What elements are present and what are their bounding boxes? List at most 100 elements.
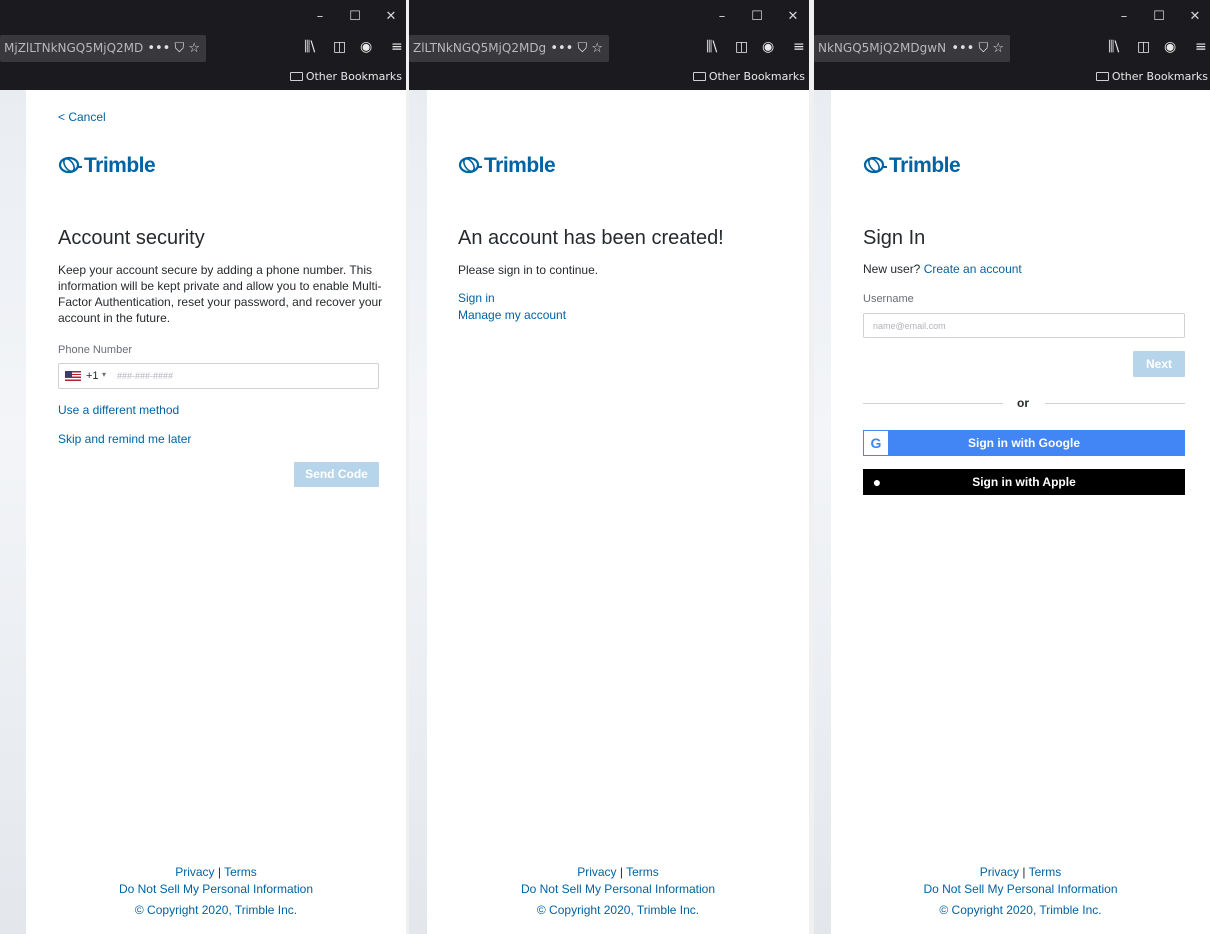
or-divider-right xyxy=(1045,403,1185,404)
create-account-link[interactable]: Create an account xyxy=(924,262,1022,276)
send-code-button[interactable]: Send Code xyxy=(294,462,379,487)
apple-button-label: Sign in with Apple xyxy=(972,475,1076,489)
or-divider-left xyxy=(863,403,1003,404)
library-icon[interactable]: ⫼\ xyxy=(706,39,717,55)
phone-number-label: Phone Number xyxy=(58,344,132,356)
google-button-label: Sign in with Google xyxy=(968,436,1080,450)
menu-icon[interactable]: ≡ xyxy=(391,39,403,55)
privacy-link[interactable]: Privacy xyxy=(980,865,1019,879)
footer: Privacy | Terms Do Not Sell My Personal … xyxy=(26,864,406,919)
other-bookmarks[interactable]: Other Bookmarks xyxy=(1095,70,1208,83)
background-pattern xyxy=(814,90,831,934)
browser-toolbar: – ☐ ✕ NkNGQ5MjQ2MDgwNik ••• ⛉ ☆ ⫼\ ◫ ◉ ≡… xyxy=(814,0,1210,90)
do-not-sell-link[interactable]: Do Not Sell My Personal Information xyxy=(427,881,809,898)
minimize-icon[interactable]: – xyxy=(1116,9,1132,25)
trimble-logo: Trimble xyxy=(863,154,961,178)
sidebar-icon[interactable]: ◫ xyxy=(1137,39,1150,55)
maximize-icon[interactable]: ☐ xyxy=(749,9,765,25)
google-sign-in-button[interactable]: G Sign in with Google xyxy=(863,430,1185,456)
skip-link[interactable]: Skip and remind me later xyxy=(58,432,191,446)
title-bar: – ☐ ✕ xyxy=(0,0,406,34)
apple-sign-in-button[interactable]: ● Sign in with Apple xyxy=(863,469,1185,495)
phone-input[interactable]: +1 ▾ ###-###-#### xyxy=(58,363,379,389)
url-text: NkNGQ5MjQ2MDgwNik xyxy=(818,41,957,55)
menu-icon[interactable]: ≡ xyxy=(1195,39,1207,55)
trimble-globe-icon xyxy=(458,156,482,174)
next-button[interactable]: Next xyxy=(1133,351,1185,377)
privacy-link[interactable]: Privacy xyxy=(175,865,214,879)
footer-separator: | xyxy=(619,865,623,879)
other-bookmarks[interactable]: Other Bookmarks xyxy=(289,70,402,83)
trimble-logo: Trimble xyxy=(458,154,556,178)
footer: Privacy | Terms Do Not Sell My Personal … xyxy=(427,864,809,919)
terms-link[interactable]: Terms xyxy=(626,865,659,879)
library-icon[interactable]: ⫼\ xyxy=(304,39,315,55)
copyright-text: © Copyright 2020, Trimble Inc. xyxy=(536,903,700,917)
new-user-row: New user? Create an account xyxy=(863,261,1022,277)
do-not-sell-link[interactable]: Do Not Sell My Personal Information xyxy=(831,881,1210,898)
page-content: < Cancel Trimble Account security Keep y… xyxy=(26,90,406,934)
folder-icon xyxy=(692,72,706,81)
sidebar-icon[interactable]: ◫ xyxy=(735,39,748,55)
account-icon[interactable]: ◉ xyxy=(762,39,774,55)
close-icon[interactable]: ✕ xyxy=(785,9,801,25)
page-title: An account has been created! xyxy=(458,227,724,249)
apple-icon: ● xyxy=(872,474,882,490)
trimble-logo: Trimble xyxy=(58,154,156,178)
us-flag-icon xyxy=(65,371,81,381)
country-code[interactable]: +1 xyxy=(86,370,99,382)
username-input[interactable]: name@email.com xyxy=(863,313,1185,338)
or-text: or xyxy=(1017,396,1029,410)
address-bar[interactable]: MjZlLTNkNGQ5MjQ2MDg ••• ⛉ ☆ xyxy=(0,35,206,62)
browser-toolbar: – ☐ ✕ ZlLTNkNGQ5MjQ2MDg ••• ⛉ ☆ ⫼\ ◫ ◉ ≡… xyxy=(409,0,809,90)
account-icon[interactable]: ◉ xyxy=(1164,39,1176,55)
close-icon[interactable]: ✕ xyxy=(383,9,399,25)
username-label: Username xyxy=(863,293,914,305)
close-icon[interactable]: ✕ xyxy=(1187,9,1203,25)
menu-icon[interactable]: ≡ xyxy=(793,39,805,55)
sidebar-icon[interactable]: ◫ xyxy=(333,39,346,55)
terms-link[interactable]: Terms xyxy=(1029,865,1062,879)
other-bookmarks[interactable]: Other Bookmarks xyxy=(692,70,805,83)
different-method-link[interactable]: Use a different method xyxy=(58,403,179,417)
do-not-sell-link[interactable]: Do Not Sell My Personal Information xyxy=(26,881,406,898)
browser-toolbar: – ☐ ✕ MjZlLTNkNGQ5MjQ2MDg ••• ⛉ ☆ ⫼\ ◫ ◉… xyxy=(0,0,406,90)
folder-icon xyxy=(289,72,303,81)
terms-link[interactable]: Terms xyxy=(224,865,257,879)
page-content: Trimble Sign In New user? Create an acco… xyxy=(831,90,1210,934)
page-actions-icon[interactable]: ••• ⛉ ☆ xyxy=(546,35,603,62)
background-pattern xyxy=(409,90,427,934)
page-actions-icon[interactable]: ••• ⛉ ☆ xyxy=(143,35,200,62)
account-security-window: – ☐ ✕ MjZlLTNkNGQ5MjQ2MDg ••• ⛉ ☆ ⫼\ ◫ ◉… xyxy=(0,0,406,934)
background-pattern xyxy=(0,90,26,934)
folder-icon xyxy=(1095,72,1109,81)
page-actions-icon[interactable]: ••• ⛉ ☆ xyxy=(947,35,1004,62)
sign-in-link[interactable]: Sign in xyxy=(458,291,495,305)
copyright-text: © Copyright 2020, Trimble Inc. xyxy=(134,903,298,917)
address-bar[interactable]: ZlLTNkNGQ5MjQ2MDg ••• ⛉ ☆ xyxy=(409,35,609,62)
maximize-icon[interactable]: ☐ xyxy=(1151,9,1167,25)
minimize-icon[interactable]: – xyxy=(714,9,730,25)
minimize-icon[interactable]: – xyxy=(312,9,328,25)
library-icon[interactable]: ⫼\ xyxy=(1108,39,1119,55)
title-bar: – ☐ ✕ xyxy=(409,0,809,34)
privacy-link[interactable]: Privacy xyxy=(577,865,616,879)
footer-separator: | xyxy=(217,865,221,879)
maximize-icon[interactable]: ☐ xyxy=(347,9,363,25)
url-text: MjZlLTNkNGQ5MjQ2MDg xyxy=(4,41,151,55)
sign-in-window: – ☐ ✕ NkNGQ5MjQ2MDgwNik ••• ⛉ ☆ ⫼\ ◫ ◉ ≡… xyxy=(814,0,1210,934)
account-created-window: – ☐ ✕ ZlLTNkNGQ5MjQ2MDg ••• ⛉ ☆ ⫼\ ◫ ◉ ≡… xyxy=(409,0,809,934)
page-title: Sign In xyxy=(863,227,926,249)
page-content: Trimble An account has been created! Ple… xyxy=(427,90,809,934)
trimble-globe-icon xyxy=(863,156,887,174)
page-title: Account security xyxy=(58,227,205,249)
address-bar[interactable]: NkNGQ5MjQ2MDgwNik ••• ⛉ ☆ xyxy=(814,35,1010,62)
chevron-down-icon[interactable]: ▾ xyxy=(102,370,106,379)
manage-account-link[interactable]: Manage my account xyxy=(458,308,566,322)
cancel-link[interactable]: < Cancel xyxy=(58,110,106,124)
description-text: Keep your account secure by adding a pho… xyxy=(58,263,383,325)
copyright-text: © Copyright 2020, Trimble Inc. xyxy=(939,903,1102,917)
url-text: ZlLTNkNGQ5MjQ2MDg xyxy=(413,41,547,55)
account-icon[interactable]: ◉ xyxy=(360,39,372,55)
new-user-text: New user? xyxy=(863,262,921,276)
